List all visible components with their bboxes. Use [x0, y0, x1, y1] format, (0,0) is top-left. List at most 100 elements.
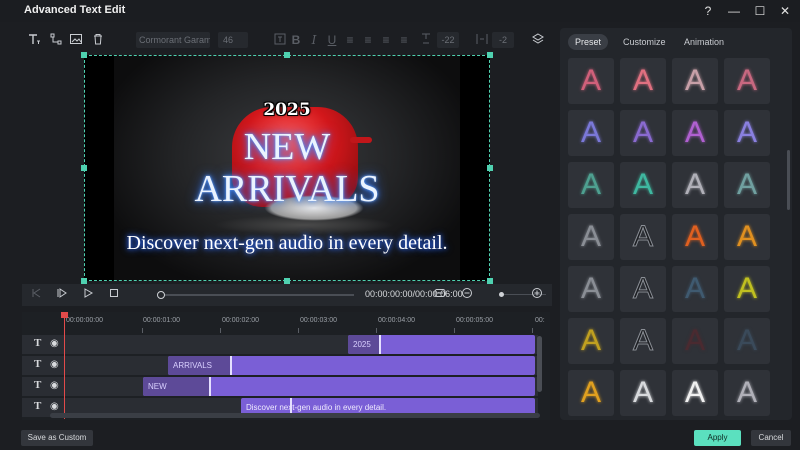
text-box-icon[interactable] — [272, 32, 288, 48]
subtitle-text[interactable]: Discover next-gen audio in every detail. — [84, 232, 490, 255]
preset-tile[interactable]: A — [724, 318, 770, 364]
save-as-custom-button[interactable]: Save as Custom — [21, 430, 93, 446]
preset-tile[interactable]: A — [724, 110, 770, 156]
preset-tile[interactable]: A — [672, 110, 718, 156]
timeline-track: T ◉ ARRIVALS — [22, 356, 538, 375]
underline-icon[interactable]: U — [324, 32, 340, 48]
font-family-select[interactable]: Cormorant Garam… — [136, 32, 210, 48]
align-center-icon[interactable]: ≡ — [360, 32, 376, 48]
fit-icon[interactable] — [432, 287, 448, 303]
close-icon[interactable]: ✕ — [777, 3, 793, 19]
letter-spacing-icon — [418, 32, 434, 48]
align-right-icon[interactable]: ≡ — [378, 32, 394, 48]
window-title: Advanced Text Edit — [24, 4, 126, 16]
zoom-out-icon[interactable] — [459, 287, 475, 303]
align-justify-icon[interactable]: ≡ — [396, 32, 412, 48]
headline-line1[interactable]: NEW — [84, 127, 490, 167]
path-text-icon[interactable] — [48, 32, 64, 48]
preset-tile[interactable]: A — [568, 266, 614, 312]
clip-label: ARRIVALS — [168, 356, 230, 375]
text-toolbar: Cormorant Garam… 46 B I U ≡ ≡ ≡ ≡ -22 -2 — [22, 30, 552, 50]
layers-icon[interactable] — [530, 32, 546, 48]
timeline-vertical-scrollbar[interactable] — [537, 336, 542, 392]
playhead[interactable] — [64, 312, 65, 419]
text-track-icon: T — [34, 337, 42, 349]
apply-button[interactable]: Apply — [694, 430, 741, 446]
preset-tile[interactable]: A — [620, 318, 666, 364]
preset-tile[interactable]: A — [568, 58, 614, 104]
tick — [532, 328, 533, 333]
preset-tile[interactable]: A — [568, 162, 614, 208]
stop-icon[interactable] — [106, 287, 122, 303]
previous-frame-icon[interactable] — [28, 287, 44, 303]
track-controls: T ◉ — [28, 335, 62, 354]
italic-icon[interactable]: I — [306, 32, 322, 48]
align-left-icon[interactable]: ≡ — [342, 32, 358, 48]
playhead-handle[interactable] — [61, 312, 68, 318]
preset-tile[interactable]: A — [568, 214, 614, 260]
preset-tile[interactable]: A — [568, 318, 614, 364]
preset-tile[interactable]: A — [620, 58, 666, 104]
line-spacing-input[interactable]: -2 — [492, 32, 514, 48]
video-preview[interactable]: 2025 NEW ARRIVALS Discover next-gen audi… — [84, 55, 490, 281]
scrub-handle[interactable] — [157, 291, 165, 299]
ruler-label: 00:00:05:00 — [456, 317, 493, 324]
zoom-slider-handle[interactable] — [499, 292, 504, 297]
preset-tile[interactable]: A — [620, 214, 666, 260]
step-forward-icon[interactable] — [54, 287, 70, 303]
title-bar: Advanced Text Edit ? — ☐ ✕ — [0, 0, 800, 22]
timeline-track: T ◉ 2025 — [22, 335, 538, 354]
help-icon[interactable]: ? — [700, 3, 716, 19]
eye-icon[interactable]: ◉ — [50, 401, 59, 412]
bold-icon[interactable]: B — [288, 32, 304, 48]
resize-handle-tl[interactable] — [81, 52, 87, 58]
zoom-in-icon[interactable] — [529, 287, 545, 303]
cancel-button[interactable]: Cancel — [751, 430, 791, 446]
preset-tile[interactable]: A — [672, 318, 718, 364]
eye-icon[interactable]: ◉ — [50, 338, 59, 349]
preset-tile[interactable]: A — [672, 370, 718, 416]
delete-icon[interactable] — [90, 32, 106, 48]
preset-tile[interactable]: A — [724, 370, 770, 416]
preset-tile[interactable]: A — [724, 58, 770, 104]
ruler-label: 00:00:04:00 — [378, 317, 415, 324]
preset-tile[interactable]: A — [620, 370, 666, 416]
minimize-icon[interactable]: — — [726, 3, 742, 19]
timeline-horizontal-scrollbar[interactable] — [50, 413, 540, 418]
year-text[interactable]: 2025 — [84, 100, 490, 120]
preset-tile[interactable]: A — [568, 110, 614, 156]
maximize-icon[interactable]: ☐ — [752, 3, 768, 19]
preset-tile[interactable]: A — [724, 162, 770, 208]
preset-tile[interactable]: A — [620, 162, 666, 208]
preset-tile[interactable]: A — [724, 214, 770, 260]
text-tool-icon[interactable] — [26, 32, 42, 48]
eye-icon[interactable]: ◉ — [50, 380, 59, 391]
resize-handle-left[interactable] — [81, 165, 87, 171]
scrub-track[interactable] — [160, 294, 354, 296]
image-icon[interactable] — [68, 32, 84, 48]
resize-handle-top[interactable] — [284, 52, 290, 58]
headline-line2[interactable]: ARRIVALS — [84, 169, 490, 209]
letter-spacing-input[interactable]: -22 — [437, 32, 459, 48]
resize-handle-tr[interactable] — [487, 52, 493, 58]
preset-tile[interactable]: A — [620, 110, 666, 156]
preset-tile[interactable]: A — [620, 266, 666, 312]
preset-tile[interactable]: A — [724, 266, 770, 312]
panel-scrollbar[interactable] — [787, 150, 790, 210]
tab-animation[interactable]: Animation — [677, 34, 731, 50]
clip-label: 2025 — [348, 335, 380, 354]
preset-tile[interactable]: A — [672, 162, 718, 208]
tab-customize[interactable]: Customize — [616, 34, 673, 50]
preset-tile[interactable]: A — [672, 214, 718, 260]
timeline[interactable]: 00:00:00:00 00:00:01:00 00:00:02:00 00:0… — [22, 312, 550, 420]
tab-preset[interactable]: Preset — [568, 34, 609, 50]
preset-tile[interactable]: A — [672, 58, 718, 104]
ruler-label: 00:00:01:00 — [143, 317, 180, 324]
ruler-label: 00:00:00:00 — [66, 317, 103, 324]
play-icon[interactable] — [80, 287, 96, 303]
eye-icon[interactable]: ◉ — [50, 359, 59, 370]
resize-handle-right[interactable] — [487, 165, 493, 171]
preset-tile[interactable]: A — [672, 266, 718, 312]
font-size-select[interactable]: 46 — [218, 32, 248, 48]
preset-tile[interactable]: A — [568, 370, 614, 416]
